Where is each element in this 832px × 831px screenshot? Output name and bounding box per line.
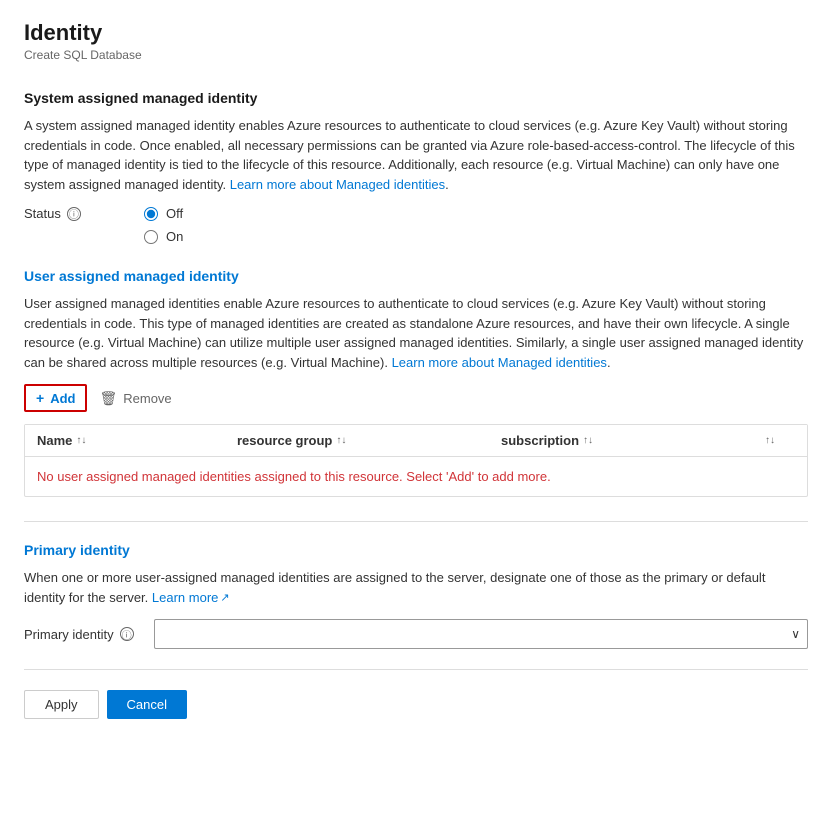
- col-name[interactable]: Name ↑↓: [37, 433, 237, 448]
- status-on-input[interactable]: [144, 230, 158, 244]
- trash-icon: 🗑: [99, 390, 117, 407]
- primary-identity-title: Primary identity: [24, 542, 808, 558]
- sort-name-icon: ↑↓: [76, 435, 86, 446]
- primary-identity-row: Primary identity ⓘ ∨: [24, 619, 808, 649]
- primary-identity-label: Primary identity ⓘ: [24, 627, 144, 642]
- footer-buttons: Apply Cancel: [24, 690, 808, 719]
- primary-identity-learn-more-link[interactable]: Learn more↗: [152, 590, 230, 605]
- plus-icon: +: [36, 390, 44, 406]
- apply-button[interactable]: Apply: [24, 690, 99, 719]
- col-subscription[interactable]: subscription ↑↓: [501, 433, 765, 448]
- divider: [24, 521, 808, 522]
- col-resource-group[interactable]: resource group ↑↓: [237, 433, 501, 448]
- table-header: Name ↑↓ resource group ↑↓ subscription ↑…: [25, 425, 807, 457]
- primary-identity-dropdown[interactable]: [154, 619, 808, 649]
- status-label: Status ⓘ: [24, 206, 84, 221]
- status-off-input[interactable]: [144, 207, 158, 221]
- system-assigned-learn-more-link[interactable]: Learn more about Managed identities: [230, 177, 445, 192]
- status-info-icon[interactable]: ⓘ: [67, 207, 81, 221]
- footer-divider: [24, 669, 808, 670]
- primary-identity-info-icon[interactable]: ⓘ: [120, 627, 134, 641]
- add-button[interactable]: + Add: [24, 384, 87, 412]
- primary-identity-section: Primary identity When one or more user-a…: [24, 542, 808, 649]
- table-body: No user assigned managed identities assi…: [25, 457, 807, 496]
- system-assigned-section: System assigned managed identity A syste…: [24, 90, 808, 244]
- remove-button[interactable]: 🗑 Remove: [99, 390, 171, 407]
- user-assigned-learn-more-link[interactable]: Learn more about Managed identities: [392, 355, 607, 370]
- status-radio-group: Off On: [144, 206, 183, 244]
- breadcrumb: Create SQL Database: [24, 48, 808, 62]
- user-assigned-table: Name ↑↓ resource group ↑↓ subscription ↑…: [24, 424, 808, 497]
- primary-identity-description: When one or more user-assigned managed i…: [24, 568, 808, 607]
- user-assigned-title: User assigned managed identity: [24, 268, 808, 284]
- page-title: Identity: [24, 20, 808, 46]
- col-actions: ↑↓: [765, 433, 795, 448]
- table-empty-message: No user assigned managed identities assi…: [37, 469, 795, 484]
- status-off-radio[interactable]: Off: [144, 206, 183, 221]
- sort-rg-icon: ↑↓: [336, 435, 346, 446]
- status-on-radio[interactable]: On: [144, 229, 183, 244]
- system-assigned-description: A system assigned managed identity enabl…: [24, 116, 808, 194]
- system-assigned-title: System assigned managed identity: [24, 90, 808, 106]
- user-assigned-toolbar: + Add 🗑 Remove: [24, 384, 808, 412]
- external-link-icon: ↗: [220, 592, 229, 604]
- user-assigned-section: User assigned managed identity User assi…: [24, 268, 808, 497]
- primary-identity-dropdown-wrapper: ∨: [154, 619, 808, 649]
- user-assigned-description: User assigned managed identities enable …: [24, 294, 808, 372]
- status-row: Status ⓘ Off On: [24, 206, 808, 244]
- sort-sub-icon: ↑↓: [583, 435, 593, 446]
- cancel-button[interactable]: Cancel: [107, 690, 187, 719]
